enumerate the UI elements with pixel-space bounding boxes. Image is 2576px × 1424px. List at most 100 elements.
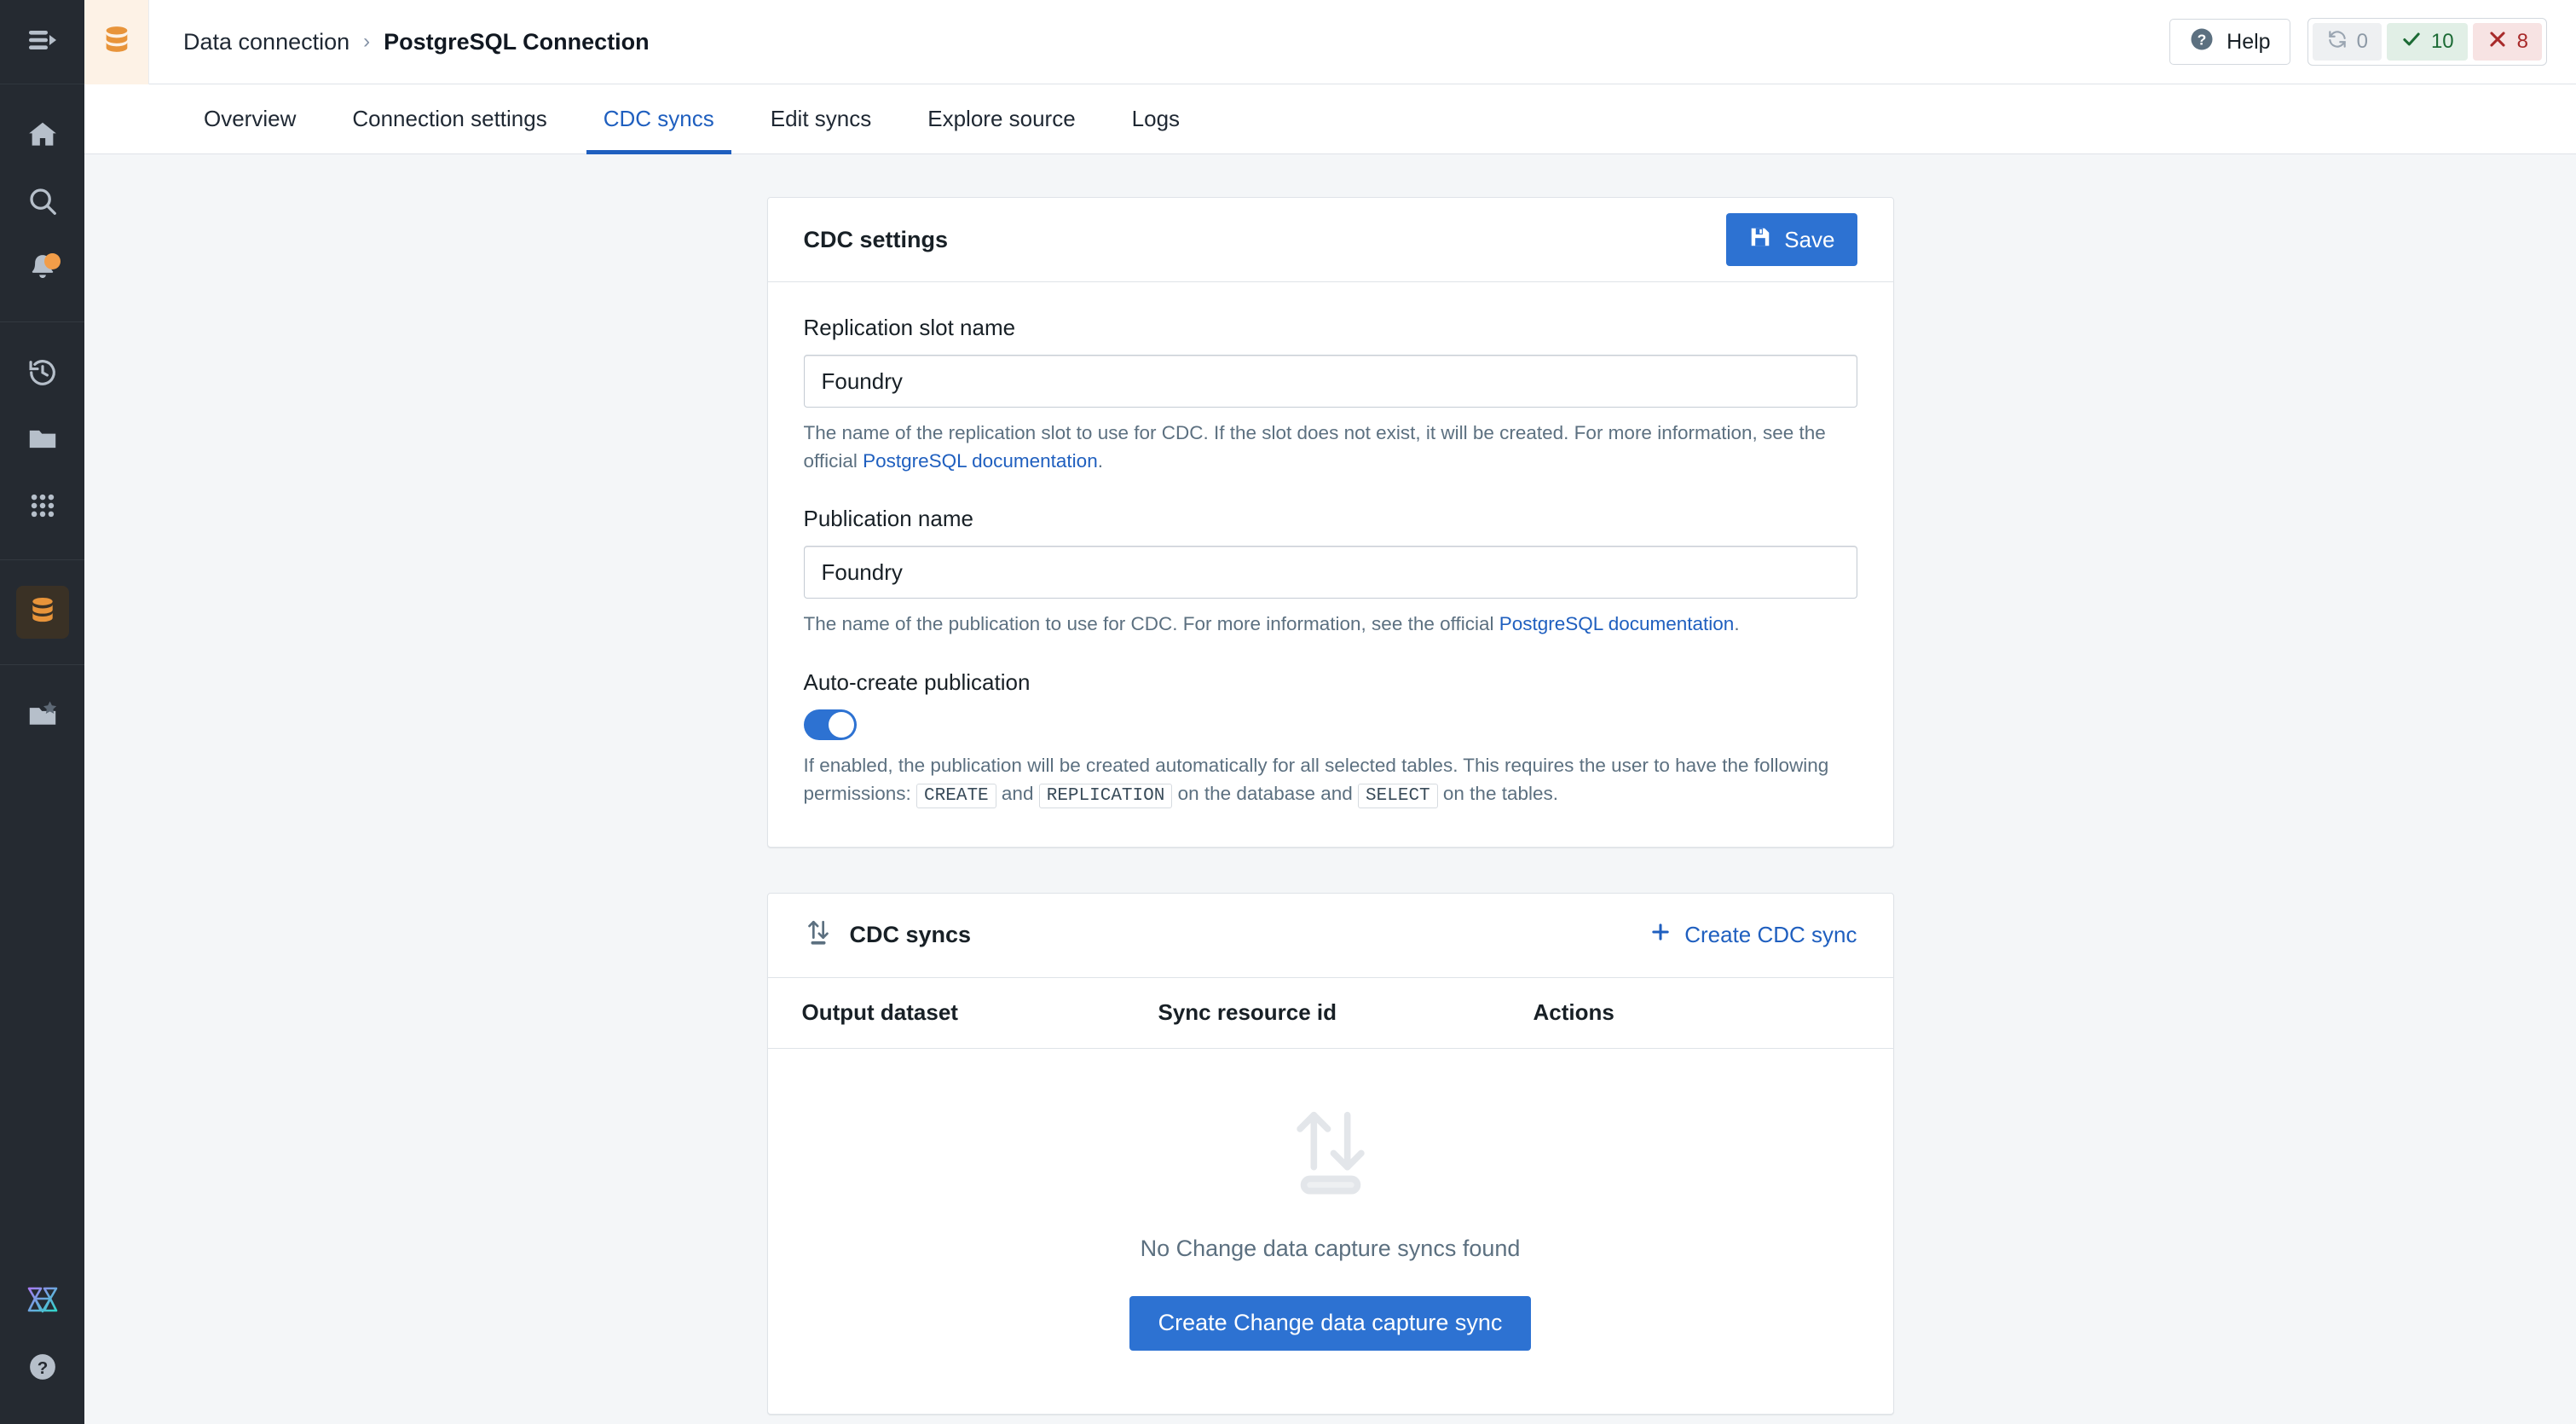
rail-group-favorites (0, 664, 84, 769)
create-cdc-sync-link[interactable]: Create CDC sync (1649, 920, 1857, 950)
save-button-label: Save (1784, 226, 1835, 252)
publication-name-label: Publication name (803, 506, 973, 532)
status-count-syncing: 0 (2356, 30, 2368, 53)
publication-help-suffix: . (1734, 613, 1740, 635)
publication-help-prefix: The name of the publication to use for C… (803, 613, 1499, 635)
top-bar-actions: ? Help 0 10 8 (2169, 18, 2576, 66)
sidebar-item-data-connection[interactable] (15, 586, 69, 639)
sync-arrows-large-icon (1275, 1102, 1386, 1207)
cdc-syncs-header-left: CDC syncs (804, 918, 972, 952)
notification-badge-dot (43, 253, 61, 269)
status-count-succeeded: 10 (2430, 30, 2454, 53)
replication-slot-help: The name of the replication slot to use … (804, 420, 1857, 475)
help-circle-icon: ? (2189, 26, 2215, 58)
help-button[interactable]: ? Help (2169, 19, 2290, 65)
breadcrumb: Data connection › PostgreSQL Connection (149, 29, 650, 55)
sidebar-item-projects[interactable] (16, 414, 69, 467)
save-button[interactable]: Save (1726, 213, 1857, 266)
tab-cdc-syncs[interactable]: CDC syncs (586, 84, 731, 154)
postgres-docs-link-1[interactable]: PostgreSQL documentation (863, 450, 1098, 472)
column-header-output-dataset: Output dataset (801, 999, 958, 1026)
tab-logs[interactable]: Logs (1115, 84, 1197, 153)
svg-text:?: ? (2198, 31, 2207, 48)
auto-create-publication-toggle[interactable] (803, 709, 857, 740)
sidebar-item-home[interactable] (16, 110, 69, 163)
rail-group-secondary (0, 321, 84, 559)
rail-toggle-button[interactable] (0, 0, 84, 84)
sidebar-item-search[interactable] (16, 177, 69, 229)
cdc-syncs-card: CDC syncs Create CDC sync Output dataset… (766, 892, 1894, 1415)
apps-grid-icon (28, 491, 57, 524)
svg-text:?: ? (37, 1357, 48, 1377)
aip-logo-icon (26, 1285, 60, 1320)
check-icon (2400, 28, 2423, 56)
main-column: Data connection › PostgreSQL Connection … (84, 0, 2576, 1424)
home-icon (26, 119, 59, 155)
column-header-sync-resource-id: Sync resource id (1158, 999, 1337, 1026)
connection-type-icon-box (84, 0, 149, 84)
cdc-syncs-table-header: Output dataset Sync resource id Actions (767, 978, 1893, 1049)
replication-slot-input[interactable] (803, 355, 1857, 408)
history-icon (26, 356, 59, 393)
breadcrumb-parent[interactable]: Data connection (183, 29, 349, 55)
search-icon (26, 185, 59, 222)
sidebar-item-help[interactable]: ? (16, 1342, 69, 1395)
sidebar-item-favorites[interactable] (16, 691, 69, 744)
tab-overview[interactable]: Overview (187, 84, 313, 153)
cdc-settings-header-right: Save (1726, 213, 1857, 266)
status-count-failed: 8 (2516, 30, 2528, 53)
folder-icon (26, 423, 59, 460)
status-badge-syncing[interactable]: 0 (2312, 23, 2382, 61)
menu-expand-icon (27, 27, 58, 57)
cdc-settings-card: CDC settings Save Replication slot name … (766, 197, 1894, 848)
content-area: CDC settings Save Replication slot name … (84, 154, 2576, 1424)
sidebar-item-aip[interactable] (16, 1276, 69, 1328)
tab-edit-syncs[interactable]: Edit syncs (754, 84, 889, 153)
publication-name-field: Publication name The name of the publica… (803, 506, 1857, 639)
auto-create-help-part3: on the database and (1172, 782, 1359, 804)
sync-status-group: 0 10 8 (2307, 18, 2547, 66)
help-circle-icon: ? (26, 1351, 59, 1387)
floppy-save-icon (1748, 225, 1772, 255)
status-badge-succeeded[interactable]: 10 (2386, 23, 2468, 61)
cdc-settings-header: CDC settings Save (767, 198, 1893, 282)
status-badge-failed[interactable]: 8 (2472, 23, 2542, 61)
close-icon (2486, 28, 2509, 56)
cdc-syncs-header: CDC syncs Create CDC sync (767, 894, 1893, 978)
tab-bar: Overview Connection settings CDC syncs E… (84, 84, 2576, 154)
help-button-label: Help (2227, 29, 2271, 54)
publication-name-help: The name of the publication to use for C… (804, 611, 1857, 639)
replication-slot-label: Replication slot name (803, 315, 1016, 340)
toggle-knob (828, 711, 854, 738)
sidebar-item-notifications[interactable] (16, 243, 69, 296)
app-root: ? Data connection › PostgreSQL Connectio… (0, 0, 2576, 1424)
tab-explore-source[interactable]: Explore source (910, 84, 1092, 153)
sidebar-item-recent[interactable] (16, 348, 69, 401)
auto-create-publication-help: If enabled, the publication will be crea… (804, 752, 1857, 809)
create-cdc-sync-label: Create CDC sync (1684, 922, 1857, 948)
postgres-docs-link-2[interactable]: PostgreSQL documentation (1499, 613, 1735, 634)
cdc-syncs-title: CDC syncs (849, 922, 972, 948)
auto-create-help-part2: and (996, 782, 1039, 804)
cdc-syncs-empty-message: No Change data capture syncs found (1140, 1235, 1521, 1261)
cdc-settings-header-left: CDC settings (804, 227, 949, 253)
code-chip-create: CREATE (916, 783, 996, 808)
database-icon (100, 23, 134, 61)
sidebar-item-applications[interactable] (16, 481, 69, 534)
auto-create-publication-field: Auto-create publication If enabled, the … (803, 669, 1857, 809)
tab-connection-settings[interactable]: Connection settings (335, 84, 563, 153)
database-icon (26, 594, 59, 631)
rail-group-bottom: ? (16, 1269, 69, 1424)
column-header-actions: Actions (1533, 999, 1614, 1026)
refresh-icon (2326, 28, 2348, 56)
replication-slot-help-suffix: . (1097, 449, 1103, 472)
left-rail: ? (0, 0, 84, 1424)
cdc-settings-body: Replication slot name The name of the re… (768, 282, 1893, 847)
create-change-data-capture-sync-button[interactable]: Create Change data capture sync (1129, 1295, 1532, 1351)
publication-name-input[interactable] (803, 546, 1857, 599)
rail-group-primary (0, 84, 84, 321)
chevron-right-icon: › (363, 30, 371, 53)
cdc-settings-title: CDC settings (803, 226, 949, 252)
folder-star-icon (26, 699, 59, 736)
page-title: PostgreSQL Connection (384, 28, 650, 55)
